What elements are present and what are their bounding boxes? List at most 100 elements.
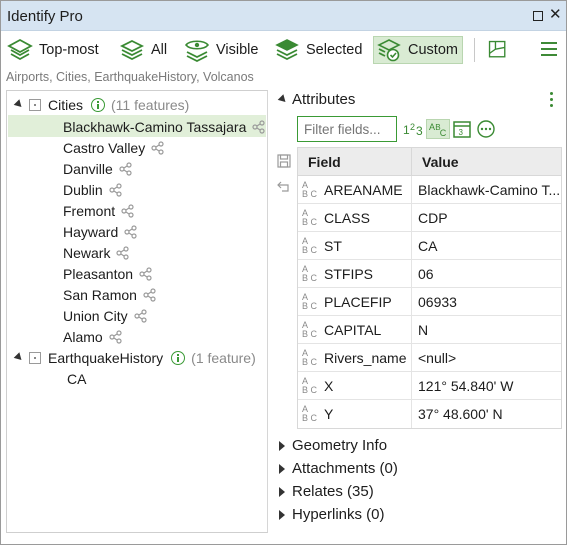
- collapse-arrow-icon: [277, 94, 289, 105]
- tree-layer-earthquakehistory[interactable]: EarthquakeHistory (1 feature): [13, 347, 256, 368]
- value-cell[interactable]: 121° 54.840' W: [412, 372, 561, 399]
- feature-label: Union City: [63, 307, 128, 324]
- eye-layers-icon: [184, 40, 210, 63]
- toolbar: Top-most All Visible Selected Custom: [1, 32, 566, 68]
- value-cell[interactable]: 06933: [412, 288, 561, 315]
- share-icon[interactable]: [133, 308, 148, 323]
- all-button[interactable]: All: [119, 36, 167, 64]
- top-most-button[interactable]: Top-most: [7, 36, 99, 64]
- results-tree[interactable]: Cities (11 features) Blackhawk-Camino Ta…: [6, 90, 268, 533]
- share-icon[interactable]: [119, 161, 133, 176]
- share-icon[interactable]: [252, 119, 266, 134]
- section-geometry-info[interactable]: Geometry Info: [279, 437, 387, 454]
- column-header-value[interactable]: Value: [412, 148, 561, 175]
- attributes-table: Field Value AB C AREANAME Blackhawk-Camin…: [297, 147, 562, 429]
- value-cell[interactable]: Blackhawk-Camino T...: [412, 176, 561, 203]
- feature-label: CA: [67, 370, 87, 387]
- field-name: PLACEFIP: [324, 293, 392, 310]
- attributes-title: Attributes: [292, 91, 356, 108]
- value-cell[interactable]: 06: [412, 260, 561, 287]
- tree-feature[interactable]: Blackhawk-Camino Tassajara: [63, 116, 266, 137]
- tree-feature[interactable]: Dublin: [63, 179, 123, 200]
- tree-feature[interactable]: San Ramon: [63, 284, 157, 305]
- text-field-icon: AB C: [302, 235, 318, 255]
- value-cell[interactable]: N: [412, 316, 561, 343]
- share-icon[interactable]: [109, 329, 123, 344]
- tree-feature[interactable]: Fremont: [63, 200, 135, 221]
- share-icon[interactable]: [151, 140, 165, 155]
- value-cell[interactable]: 37° 48.600' N: [412, 400, 561, 428]
- layer-checkbox[interactable]: [29, 98, 41, 111]
- expand-arrow-icon: [279, 486, 285, 497]
- undo-icon[interactable]: [277, 179, 291, 193]
- value-cell[interactable]: <null>: [412, 344, 561, 371]
- section-attachments[interactable]: Attachments (0): [279, 460, 398, 477]
- attributes-header[interactable]: Attributes: [277, 91, 356, 108]
- table-row[interactable]: AB C ST CA: [298, 232, 561, 260]
- section-label: Relates (35): [292, 483, 374, 500]
- all-label: All: [151, 42, 168, 58]
- restore-button[interactable]: [533, 11, 543, 21]
- visible-button[interactable]: Visible: [184, 36, 258, 64]
- custom-button[interactable]: Custom: [373, 36, 463, 64]
- tree-feature[interactable]: Union City: [63, 305, 148, 326]
- tree-feature[interactable]: Pleasanton: [63, 263, 153, 284]
- layer-checkbox[interactable]: [29, 351, 41, 364]
- feature-label: Pleasanton: [63, 265, 134, 282]
- share-icon[interactable]: [116, 245, 130, 260]
- layer-label: Cities: [48, 96, 84, 113]
- feature-count: (1 feature): [191, 349, 256, 366]
- more-fields-icon[interactable]: [476, 119, 496, 139]
- table-row[interactable]: AB C STFIPS 06: [298, 260, 561, 288]
- tree-feature[interactable]: Newark: [63, 242, 130, 263]
- svg-text:3: 3: [416, 124, 423, 138]
- value-cell[interactable]: CA: [412, 232, 561, 259]
- share-icon[interactable]: [121, 203, 135, 218]
- section-relates[interactable]: Relates (35): [279, 483, 374, 500]
- value-cell[interactable]: CDP: [412, 204, 561, 231]
- text-field-icon: AB C: [302, 291, 318, 311]
- share-icon[interactable]: [109, 182, 123, 197]
- map-view-button[interactable]: [487, 36, 509, 64]
- field-cell: AB C Rivers_name: [298, 344, 412, 371]
- tree-layer-cities[interactable]: Cities (11 features): [13, 94, 189, 115]
- date-fields-icon[interactable]: 3: [452, 119, 472, 139]
- info-icon[interactable]: [91, 97, 106, 112]
- info-icon[interactable]: [171, 350, 186, 365]
- share-icon[interactable]: [124, 224, 138, 239]
- tree-feature[interactable]: CA: [67, 368, 86, 389]
- more-options-icon[interactable]: [550, 92, 554, 110]
- share-icon[interactable]: [139, 266, 153, 281]
- table-row[interactable]: AB C CLASS CDP: [298, 204, 561, 232]
- share-icon[interactable]: [143, 287, 157, 302]
- title-bar: Identify Pro ✕: [1, 1, 566, 31]
- save-icon[interactable]: [277, 154, 291, 168]
- field-cell: AB C STFIPS: [298, 260, 412, 287]
- feature-label: Hayward: [63, 223, 119, 240]
- filter-fields-input[interactable]: [297, 116, 397, 142]
- collapse-arrow-icon[interactable]: [13, 352, 25, 363]
- section-hyperlinks[interactable]: Hyperlinks (0): [279, 506, 385, 523]
- close-button[interactable]: ✕: [549, 7, 562, 23]
- identify-pro-window: Identify Pro ✕ Top-most All Visible Sele…: [0, 0, 567, 545]
- text-field-icon: AB C: [302, 263, 318, 283]
- table-row[interactable]: AB C CAPITAL N: [298, 316, 561, 344]
- table-row[interactable]: AB C Rivers_name <null>: [298, 344, 561, 372]
- tree-feature[interactable]: Castro Valley: [63, 137, 165, 158]
- tree-feature[interactable]: Hayward: [63, 221, 138, 242]
- numeric-fields-icon[interactable]: 123: [402, 119, 424, 139]
- column-header-field[interactable]: Field: [298, 148, 412, 175]
- table-row[interactable]: AB C X 121° 54.840' W: [298, 372, 561, 400]
- selected-button[interactable]: Selected: [274, 36, 362, 64]
- field-cell: AB C Y: [298, 400, 412, 428]
- table-row[interactable]: AB C AREANAME Blackhawk-Camino T...: [298, 176, 561, 204]
- menu-icon[interactable]: [541, 42, 557, 56]
- table-row[interactable]: AB C PLACEFIP 06933: [298, 288, 561, 316]
- expand-arrow-icon: [279, 440, 285, 451]
- tree-feature[interactable]: Danville: [63, 158, 133, 179]
- table-row[interactable]: AB C Y 37° 48.600' N: [298, 400, 561, 428]
- collapse-arrow-icon[interactable]: [13, 99, 25, 110]
- field-name: STFIPS: [324, 265, 374, 282]
- text-fields-icon[interactable]: A BC: [426, 119, 450, 139]
- tree-feature[interactable]: Alamo: [63, 326, 123, 347]
